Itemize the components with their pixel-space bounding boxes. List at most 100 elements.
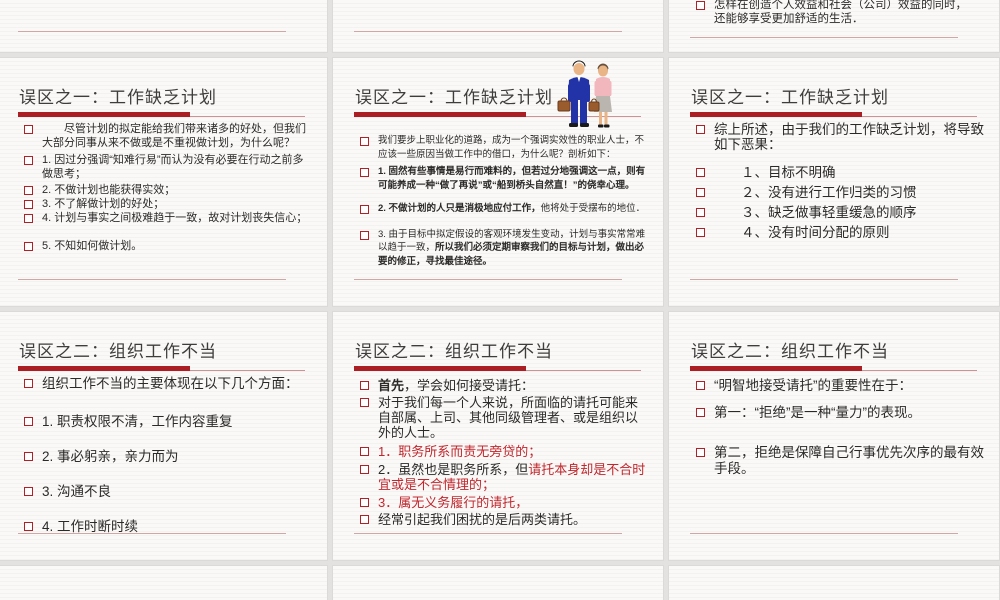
- slide-next-slide-left[interactable]: [0, 566, 327, 600]
- bullet-item: 第一：“拒绝”是一种“量力”的表现。: [693, 405, 986, 421]
- bullet-text-segment: 我们要步上职业化的道路，成为一个强调实效性的职业人士，不应该一些原因当做工作中的…: [378, 135, 645, 160]
- bullet-item: ３、缺乏做事轻重缓急的顺序: [693, 205, 986, 220]
- slide-title: 误区之二：组织工作不当: [19, 342, 217, 361]
- bullet-text-segment: 综上所述，由于我们的工作缺乏计划，将导致如下恶果：: [714, 122, 984, 152]
- bullet-item: 2. 事必躬亲，亲力而为: [21, 449, 314, 465]
- checkbox-bullet-icon: [360, 381, 369, 390]
- checkbox-bullet-icon: [360, 515, 369, 524]
- checkbox-bullet-icon: [696, 168, 705, 177]
- bullet-text: 1. 因过分强调“知难行易”而认为没有必要在行动之前多做思考；: [42, 153, 314, 181]
- slide-title: 误区之一：工作缺乏计划: [691, 88, 889, 107]
- bullet-text: “明智地接受请托”的重要性在于：: [714, 378, 986, 394]
- checkbox-bullet-icon: [24, 200, 33, 209]
- checkbox-bullet-icon: [24, 156, 33, 165]
- slide-body: 组织工作不当的主要体现在以下几个方面： 1. 职责权限不清，工作内容重复 2. 事必…: [21, 376, 314, 535]
- bullet-text: 对于我们每一个人来说，所面临的请托可能来自部属、上司、其他同级管理者、或是组织以…: [378, 395, 650, 440]
- bullet-item: 1. 职责权限不清，工作内容重复: [21, 414, 314, 430]
- bullet-text: 2. 事必躬亲，亲力而为: [42, 449, 314, 465]
- slide-mistake1-consequences[interactable]: 误区之一：工作缺乏计划综上所述，由于我们的工作缺乏计划，将导致如下恶果： １、目…: [669, 58, 999, 306]
- footer-divider-line: [354, 279, 622, 280]
- checkbox-bullet-icon: [360, 137, 369, 146]
- bullet-text-segment: 2．虽然也是职务所系，但: [378, 462, 529, 477]
- bullet-item: ４、没有时间分配的原则: [693, 225, 986, 240]
- slide-mistake2-accepting-requests[interactable]: 误区之二：组织工作不当首先，学会如何接受请托： 对于我们每一个人来说，所面临的请托…: [333, 312, 663, 560]
- title-underline-bar: [690, 112, 862, 117]
- title-underline-bar: [354, 366, 526, 371]
- checkbox-bullet-icon: [24, 242, 33, 251]
- bullet-item: 经常引起我们困扰的是后两类请托。: [357, 512, 650, 527]
- bullet-text-segment: “明智地接受请托”的重要性在于：: [714, 378, 912, 393]
- bullet-text: 4. 工作时断时续: [42, 519, 314, 535]
- bullet-item: 尽管计划的拟定能给我们带来诸多的好处，但我们大部分同事从来不做或是不重视做计划，…: [21, 122, 314, 150]
- slide-prev-slide-left[interactable]: [0, 0, 327, 52]
- slide-next-slide-right[interactable]: [669, 566, 999, 600]
- bullet-text: 组织工作不当的主要体现在以下几个方面：: [42, 376, 314, 392]
- bullet-text: ２、没有进行工作归类的习惯: [714, 185, 986, 200]
- slide-body: “明智地接受请托”的重要性在于： 第一：“拒绝”是一种“量力”的表现。第二，拒绝是…: [693, 378, 986, 477]
- bullet-text-segment: 经常引起我们困扰的是后两类请托。: [378, 512, 587, 527]
- bullet-text-segment: ３、缺乏做事轻重缓急的顺序: [714, 205, 917, 220]
- slide-prev-slide-benefits[interactable]: 怎样在创造个人效益和社会（公司）效益的同时， 还能够享受更加舒适的生活．: [669, 0, 999, 52]
- checkbox-bullet-icon: [360, 498, 369, 507]
- bullet-item: 3. 由于目标中拟定假设的客观环境发生变动，计划与事实常常难以趋于一致，所以我们…: [357, 228, 650, 269]
- bullet-text-segment: 1. 职责权限不清，工作内容重复: [42, 414, 233, 429]
- slide-mistake1-why-no-plan[interactable]: 误区之一：工作缺乏计划 尽管计划的拟定能给我们带来诸多的好处，但我们大部分同事从…: [0, 58, 327, 306]
- bullet-item: 5. 不知如何做计划。: [21, 239, 314, 253]
- checkbox-bullet-icon: [24, 487, 33, 496]
- slide-title: 误区之二：组织工作不当: [355, 342, 553, 361]
- footer-divider-line: [18, 279, 286, 280]
- checkbox-bullet-icon: [24, 186, 33, 195]
- bullet-text-segment: ，学会如何接受请托：: [404, 378, 535, 393]
- checkbox-bullet-icon: [360, 465, 369, 474]
- slide-mistake1-analysis[interactable]: 误区之一：工作缺乏计划 我们要步上职业化的道路，成为一个强调实效性的职业人士，不应…: [333, 58, 663, 306]
- bullet-text: 3. 由于目标中拟定假设的客观环境发生变动，计划与事实常常难以趋于一致，所以我们…: [378, 228, 650, 269]
- bullet-text-segment: ２、没有进行工作归类的习惯: [714, 185, 917, 200]
- slide-mistake2-refusal[interactable]: 误区之二：组织工作不当 “明智地接受请托”的重要性在于： 第一：“拒绝”是一种“量力…: [669, 312, 999, 560]
- slide-mistake2-aspects[interactable]: 误区之二：组织工作不当组织工作不当的主要体现在以下几个方面： 1. 职责权限不清，…: [0, 312, 327, 560]
- bullet-text: 怎样在创造个人效益和社会（公司）效益的同时， 还能够享受更加舒适的生活．: [714, 0, 986, 26]
- bullet-text: １、目标不明确: [714, 165, 986, 180]
- bullet-text: 1. 固然有些事情是易行而难料的，但若过分地强调这一点，则有可能养成一种“做了再…: [378, 165, 650, 192]
- slide-next-slide-center[interactable]: [333, 566, 663, 600]
- checkbox-bullet-icon: [696, 1, 705, 10]
- bullet-text: 3．属无义务履行的请托，: [378, 495, 650, 510]
- checkbox-bullet-icon: [696, 125, 705, 134]
- bullet-text-segment: 1. 固然有些事情是易行而难料的，但若过分地强调这一点，则有可能养成一种“做了再…: [378, 166, 646, 191]
- checkbox-bullet-icon: [360, 447, 369, 456]
- bullet-item: 第二，拒绝是保障自己行事优先次序的最有效手段。: [693, 445, 986, 477]
- bullet-text-segment: 3．属无义务履行的请托，: [378, 495, 529, 510]
- bullet-text-segment: 他将处于受摆布的地位．: [540, 203, 646, 214]
- checkbox-bullet-icon: [696, 188, 705, 197]
- slide-sorter-grid: 怎样在创造个人效益和社会（公司）效益的同时， 还能够享受更加舒适的生活． 误区之一：…: [0, 0, 1000, 600]
- slide-prev-slide-center[interactable]: [333, 0, 663, 52]
- checkbox-bullet-icon: [24, 522, 33, 531]
- bullet-text: 我们要步上职业化的道路，成为一个强调实效性的职业人士，不应该一些原因当做工作中的…: [378, 134, 650, 161]
- footer-divider-line: [354, 31, 622, 32]
- bullet-item: 组织工作不当的主要体现在以下几个方面：: [21, 376, 314, 392]
- bullet-text-segment: １、目标不明确: [714, 165, 836, 180]
- bullet-text: 2. 不做计划的人只是消极地应付工作，他将处于受摆布的地位．: [378, 202, 650, 216]
- checkbox-bullet-icon: [24, 125, 33, 134]
- bullet-text-segment: 4. 工作时断时续: [42, 519, 139, 534]
- bullet-item: “明智地接受请托”的重要性在于：: [693, 378, 986, 394]
- bullet-item: 2. 不做计划的人只是消极地应付工作，他将处于受摆布的地位．: [357, 202, 650, 216]
- bullet-text-segment: 还能够享受更加舒适的生活．: [714, 13, 864, 25]
- bullet-text-segment: 组织工作不当的主要体现在以下几个方面：: [42, 376, 299, 391]
- bullet-text: ３、缺乏做事轻重缓急的顺序: [714, 205, 986, 220]
- bullet-text-segment: 第二，拒绝是保障自己行事优先次序的最有效手段。: [714, 445, 984, 476]
- bullet-text: 5. 不知如何做计划。: [42, 239, 314, 253]
- checkbox-bullet-icon: [24, 379, 33, 388]
- bullet-text: 首先，学会如何接受请托：: [378, 378, 650, 393]
- bullet-text-segment: ４、没有时间分配的原则: [714, 225, 890, 240]
- bullet-item: 1. 因过分强调“知难行易”而认为没有必要在行动之前多做思考；: [21, 153, 314, 181]
- bullet-text-segment: 首先: [378, 378, 405, 393]
- bullet-text-segment: 1．职务所系而责无旁贷的；: [378, 444, 542, 459]
- slide-body: 综上所述，由于我们的工作缺乏计划，将导致如下恶果： １、目标不明确 ２、没有进行…: [693, 122, 986, 240]
- bullet-text: 综上所述，由于我们的工作缺乏计划，将导致如下恶果：: [714, 122, 986, 152]
- title-underline-bar: [18, 366, 190, 371]
- footer-divider-line: [690, 37, 958, 38]
- slide-body: 尽管计划的拟定能给我们带来诸多的好处，但我们大部分同事从来不做或是不重视做计划，…: [21, 122, 314, 253]
- bullet-item: 2. 不做计划也能获得实效；: [21, 183, 314, 197]
- title-underline-bar: [354, 112, 526, 117]
- bullet-item: 1．职务所系而责无旁贷的；: [357, 444, 650, 459]
